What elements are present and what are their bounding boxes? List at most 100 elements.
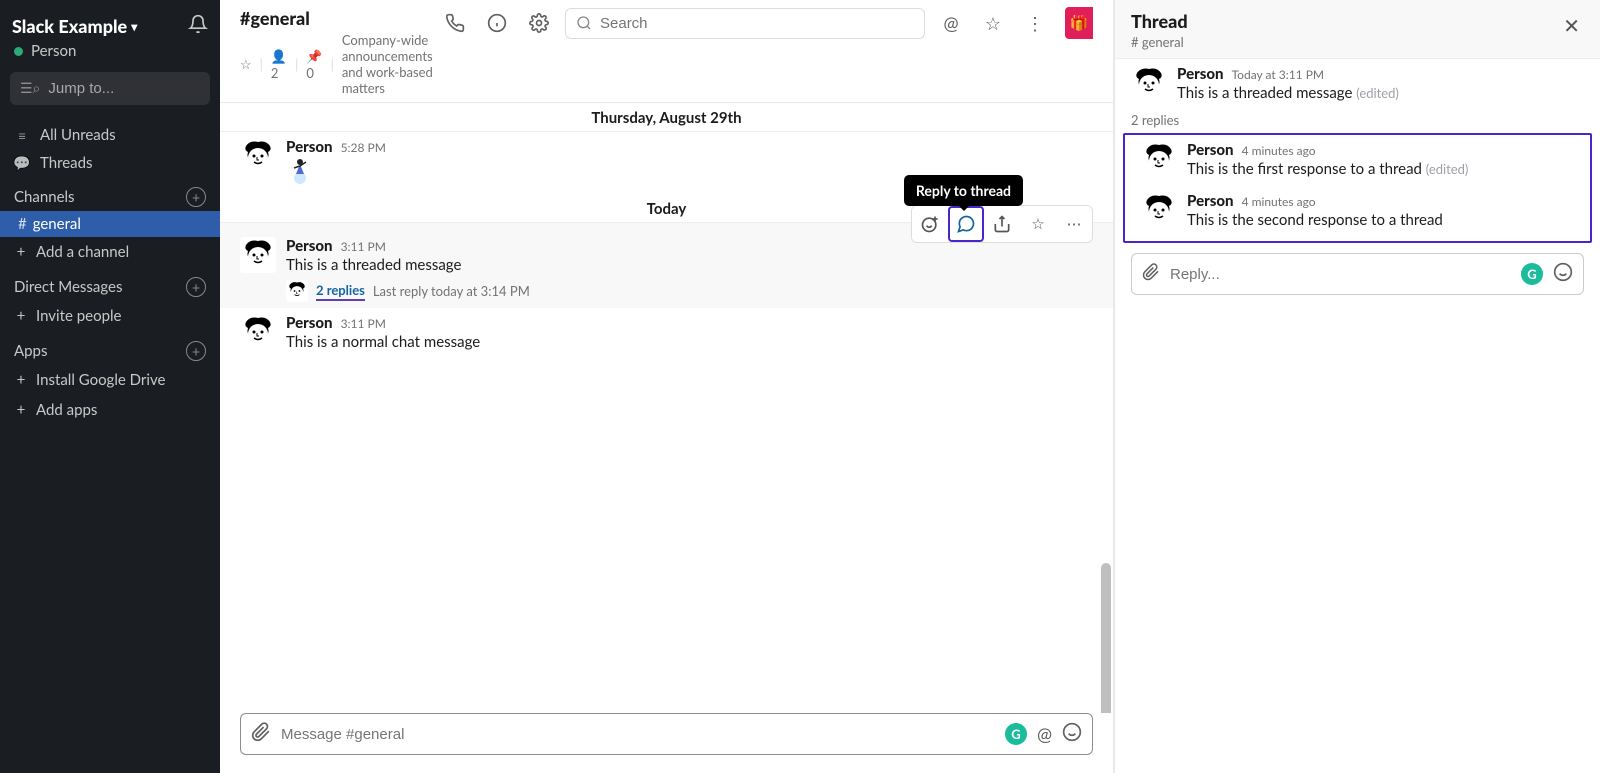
more-actions-icon[interactable]: ⋯ [1056,206,1092,242]
current-user-presence[interactable]: Person [0,40,220,68]
attach-file-icon[interactable] [251,722,271,746]
star-channel-icon[interactable]: ☆ [240,56,252,73]
tooltip: Reply to thread [904,175,1023,206]
info-icon[interactable] [481,7,513,39]
mention-icon[interactable]: @ [1037,723,1052,745]
notifications-bell-icon[interactable] [188,14,208,38]
dancer-emoji-icon [286,156,314,184]
thread-replies-count: 2 replies [1115,110,1600,133]
channel-header: #general ☆| 👤 2| 📌 0| Company-wide annou… [220,0,1113,103]
thread-replies-link[interactable]: 2 replies [316,282,365,301]
message-time: Today at 3:11 PM [1232,67,1325,82]
add-app-icon[interactable]: + [186,341,206,361]
thread-message-list[interactable]: Person Today at 3:11 PM This is a thread… [1115,59,1600,773]
apps-header-label: Apps [14,342,47,360]
message-author[interactable]: Person [286,314,333,332]
nav-threads[interactable]: 💬 Threads [0,149,220,177]
thread-reply-composer[interactable]: G [1131,253,1584,295]
avatar[interactable] [1141,192,1177,228]
message-row[interactable]: Person 3:11 PM This is a normal chat mes… [220,308,1113,359]
message-composer[interactable]: G @ [240,713,1093,755]
apps-section-header: Apps + [0,331,220,365]
message-author[interactable]: Person [286,138,333,156]
add-channel-icon[interactable]: + [186,187,206,207]
channel-topic[interactable]: Company-wide announcements and work-base… [342,32,439,96]
emoji-icon[interactable] [1062,722,1082,746]
star-message-icon[interactable]: ☆ [1020,206,1056,242]
attach-file-icon[interactable] [1142,263,1160,285]
message-author[interactable]: Person [286,237,333,255]
add-reaction-icon[interactable] [912,206,948,242]
jump-to-input[interactable]: ☰⌕ Jump to... [10,72,210,105]
new-dm-icon[interactable]: + [186,277,206,297]
message-author[interactable]: Person [1187,141,1234,159]
invite-people[interactable]: + Invite people [0,301,220,331]
thread-reply[interactable]: Person 4 minutes ago This is the second … [1125,186,1590,237]
channel-name[interactable]: #general [240,7,439,29]
add-a-channel[interactable]: + Add a channel [0,237,220,267]
scrollbar[interactable] [1101,563,1111,713]
add-apps-label: Add apps [36,401,97,419]
grammarly-icon[interactable]: G [1521,263,1543,285]
message-text: This is the first response to a thread (… [1187,159,1574,180]
close-thread-icon[interactable]: ✕ [1559,10,1584,42]
workspace-name: Slack Example [12,15,127,37]
message-author[interactable]: Person [1177,65,1224,83]
add-apps[interactable]: + Add apps [0,395,220,425]
message-author[interactable]: Person [1187,192,1234,210]
call-icon[interactable] [439,7,471,39]
share-message-icon[interactable] [984,206,1020,242]
thread-reply[interactable]: Person 4 minutes ago This is the first r… [1125,135,1590,186]
install-google-drive[interactable]: + Install Google Drive [0,365,220,395]
thread-reply-input[interactable] [1170,266,1511,283]
message-text: This is a threaded message [286,255,1093,276]
pins-icon[interactable]: 📌 0 [306,48,322,81]
avatar [286,280,308,302]
avatar[interactable] [240,314,276,350]
message-actions-toolbar: ☆ ⋯ [911,205,1093,243]
current-user-name: Person [31,42,76,60]
channel-pane: #general ☆| 👤 2| 📌 0| Company-wide annou… [220,0,1114,773]
jump-placeholder: Jump to... [48,80,114,97]
thread-header: Thread # general ✕ [1115,0,1600,59]
mentions-icon[interactable]: @ [935,7,967,39]
dm-header-label: Direct Messages [14,278,122,296]
channels-header-label: Channels [14,188,75,206]
message-row[interactable]: Reply to thread ☆ ⋯ Person 3:11 PM [220,223,1113,308]
reply-in-thread-icon[interactable] [948,206,984,242]
plus-icon: + [14,243,28,261]
search-icon [576,15,592,31]
thread-root-message[interactable]: Person Today at 3:11 PM This is a thread… [1115,59,1600,110]
avatar[interactable] [1141,141,1177,177]
star-icon[interactable]: ☆ [977,7,1009,39]
channel-meta: ☆| 👤 2| 📌 0| Company-wide announcements … [240,32,439,96]
channels-section-header: Channels + [0,177,220,211]
date-divider: Thursday, August 29th [220,103,1113,132]
thread-replies-highlight: Person 4 minutes ago This is the first r… [1123,133,1592,243]
more-vertical-icon[interactable]: ⋮ [1019,7,1051,39]
emoji-icon[interactable] [1553,262,1573,286]
thread-channel[interactable]: # general [1131,34,1188,50]
hash-icon: # [18,215,27,233]
workspace-switcher[interactable]: Slack Example ▾ [12,15,137,37]
nav-all-unreads-label: All Unreads [40,126,116,144]
search-input[interactable] [565,8,925,39]
avatar[interactable] [1131,65,1167,101]
message-time: 4 minutes ago [1242,143,1316,158]
message-list[interactable]: Thursday, August 29th Person 5:28 PM Tod… [220,103,1113,713]
avatar[interactable] [240,237,276,273]
dm-section-header: Direct Messages + [0,267,220,301]
gift-icon[interactable]: 🎁 [1065,7,1093,39]
thread-panel: Thread # general ✕ Person Today at 3:11 … [1114,0,1600,773]
channel-item-general[interactable]: # general [0,211,220,237]
avatar[interactable] [240,138,276,174]
message-time: 4 minutes ago [1242,194,1316,209]
message-text: This is the second response to a thread [1187,210,1574,231]
thread-summary[interactable]: 2 replies Last reply today at 3:14 PM [286,280,1093,302]
search-field[interactable] [600,15,914,32]
grammarly-icon[interactable]: G [1005,723,1027,745]
composer-input[interactable] [281,726,995,743]
nav-all-unreads[interactable]: ≡ All Unreads [0,121,220,149]
members-icon[interactable]: 👤 2 [271,48,287,81]
settings-gear-icon[interactable] [523,7,555,39]
